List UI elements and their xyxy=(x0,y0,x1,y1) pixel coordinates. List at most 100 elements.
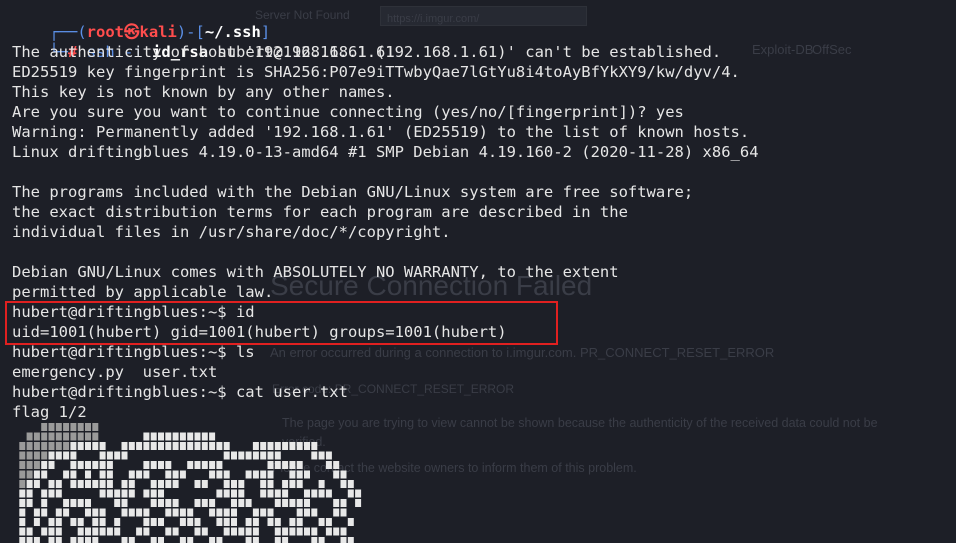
art-pixel xyxy=(92,518,99,526)
art-pixel xyxy=(85,508,91,517)
art-pixel xyxy=(311,489,318,498)
art-pixel xyxy=(318,480,325,488)
prompt-header: ┌──(root㉿kali)-[~/.ssh] xyxy=(12,2,270,41)
art-pixel xyxy=(128,470,135,479)
art-pixel xyxy=(70,537,77,543)
troll-face-ascii-art-icon xyxy=(19,423,362,543)
art-pixel xyxy=(304,527,310,536)
art-pixel xyxy=(33,442,40,450)
art-pixel xyxy=(55,442,62,450)
art-pixel xyxy=(55,508,62,517)
art-pixel xyxy=(252,470,259,479)
art-pixel xyxy=(187,508,194,517)
art-pixel xyxy=(143,432,150,441)
art-pixel xyxy=(55,423,62,431)
art-pixel xyxy=(77,518,84,526)
art-pixel xyxy=(150,461,157,469)
art-pixel xyxy=(128,489,135,498)
art-pixel xyxy=(274,442,281,450)
art-pixel xyxy=(194,442,201,450)
art-pixel xyxy=(209,499,216,507)
art-pixel xyxy=(165,432,172,441)
art-pixel xyxy=(260,480,267,488)
art-pixel xyxy=(92,432,99,441)
art-pixel xyxy=(216,537,223,543)
art-pixel xyxy=(106,489,113,498)
art-pixel xyxy=(289,527,296,536)
art-pixel xyxy=(99,508,106,517)
art-pixel xyxy=(128,537,135,543)
art-pixel xyxy=(70,499,77,507)
art-pixel xyxy=(99,527,106,536)
output-line: This key is not known by any other names… xyxy=(12,83,395,101)
art-pixel xyxy=(143,470,150,479)
art-pixel xyxy=(41,527,48,536)
art-pixel xyxy=(289,470,296,479)
art-pixel xyxy=(19,489,26,498)
art-pixel xyxy=(187,537,194,543)
art-pixel xyxy=(201,499,208,507)
art-pixel xyxy=(85,423,91,431)
art-pixel xyxy=(201,461,208,469)
output-line: The programs included with the Debian GN… xyxy=(12,183,694,201)
art-pixel xyxy=(311,442,318,450)
art-pixel xyxy=(274,518,281,526)
art-pixel xyxy=(304,489,310,498)
art-pixel xyxy=(106,527,113,536)
art-pixel xyxy=(223,527,230,536)
art-pixel xyxy=(252,537,259,543)
art-pixel xyxy=(245,499,252,507)
art-pixel xyxy=(85,461,91,469)
art-pixel xyxy=(99,480,106,488)
art-pixel xyxy=(99,470,106,479)
art-pixel xyxy=(296,508,303,517)
art-pixel xyxy=(63,508,70,517)
output-line: permitted by applicable law. xyxy=(12,283,274,301)
art-pixel xyxy=(238,527,245,536)
art-pixel xyxy=(114,489,121,498)
art-pixel xyxy=(274,537,281,543)
art-pixel xyxy=(216,470,223,479)
art-pixel xyxy=(165,508,172,517)
art-pixel xyxy=(340,480,347,488)
art-pixel xyxy=(267,470,274,479)
art-pixel xyxy=(70,480,77,488)
art-pixel xyxy=(340,470,347,479)
art-pixel xyxy=(92,480,99,488)
art-pixel xyxy=(106,470,113,479)
art-pixel xyxy=(325,451,332,460)
art-pixel xyxy=(158,518,164,526)
art-pixel xyxy=(41,489,48,498)
output-line: individual files in /usr/share/doc/*/cop… xyxy=(12,223,451,241)
art-pixel xyxy=(63,432,70,441)
art-pixel xyxy=(77,537,84,543)
art-pixel xyxy=(282,480,289,488)
art-pixel xyxy=(267,442,274,450)
art-pixel xyxy=(201,442,208,450)
art-pixel xyxy=(63,442,70,450)
art-pixel xyxy=(223,451,230,460)
art-pixel xyxy=(347,518,354,526)
art-pixel xyxy=(128,508,135,517)
art-pixel xyxy=(238,489,245,498)
art-pixel xyxy=(55,518,62,526)
terminal-window[interactable]: ┌──(root㉿kali)-[~/.ssh] └─# ssh -i id_rs… xyxy=(0,0,956,543)
art-pixel xyxy=(26,489,33,498)
output-line: Are you sure you want to continue connec… xyxy=(12,103,684,121)
art-pixel xyxy=(48,461,55,469)
output-line: hubert@driftingblues:~$ cat user.txt xyxy=(12,383,348,401)
art-pixel xyxy=(282,499,289,507)
art-pixel xyxy=(48,489,55,498)
art-pixel xyxy=(165,461,172,469)
art-pixel xyxy=(77,432,84,441)
flag-line: flag 1/2 xyxy=(12,403,87,421)
art-pixel xyxy=(85,470,91,479)
art-pixel xyxy=(333,461,340,469)
art-pixel xyxy=(85,499,91,507)
art-pixel xyxy=(26,461,33,469)
art-pixel xyxy=(26,480,33,488)
art-pixel xyxy=(209,537,216,543)
output-line: Debian GNU/Linux comes with ABSOLUTELY N… xyxy=(12,263,619,281)
art-pixel xyxy=(179,432,186,441)
art-pixel xyxy=(216,489,223,498)
